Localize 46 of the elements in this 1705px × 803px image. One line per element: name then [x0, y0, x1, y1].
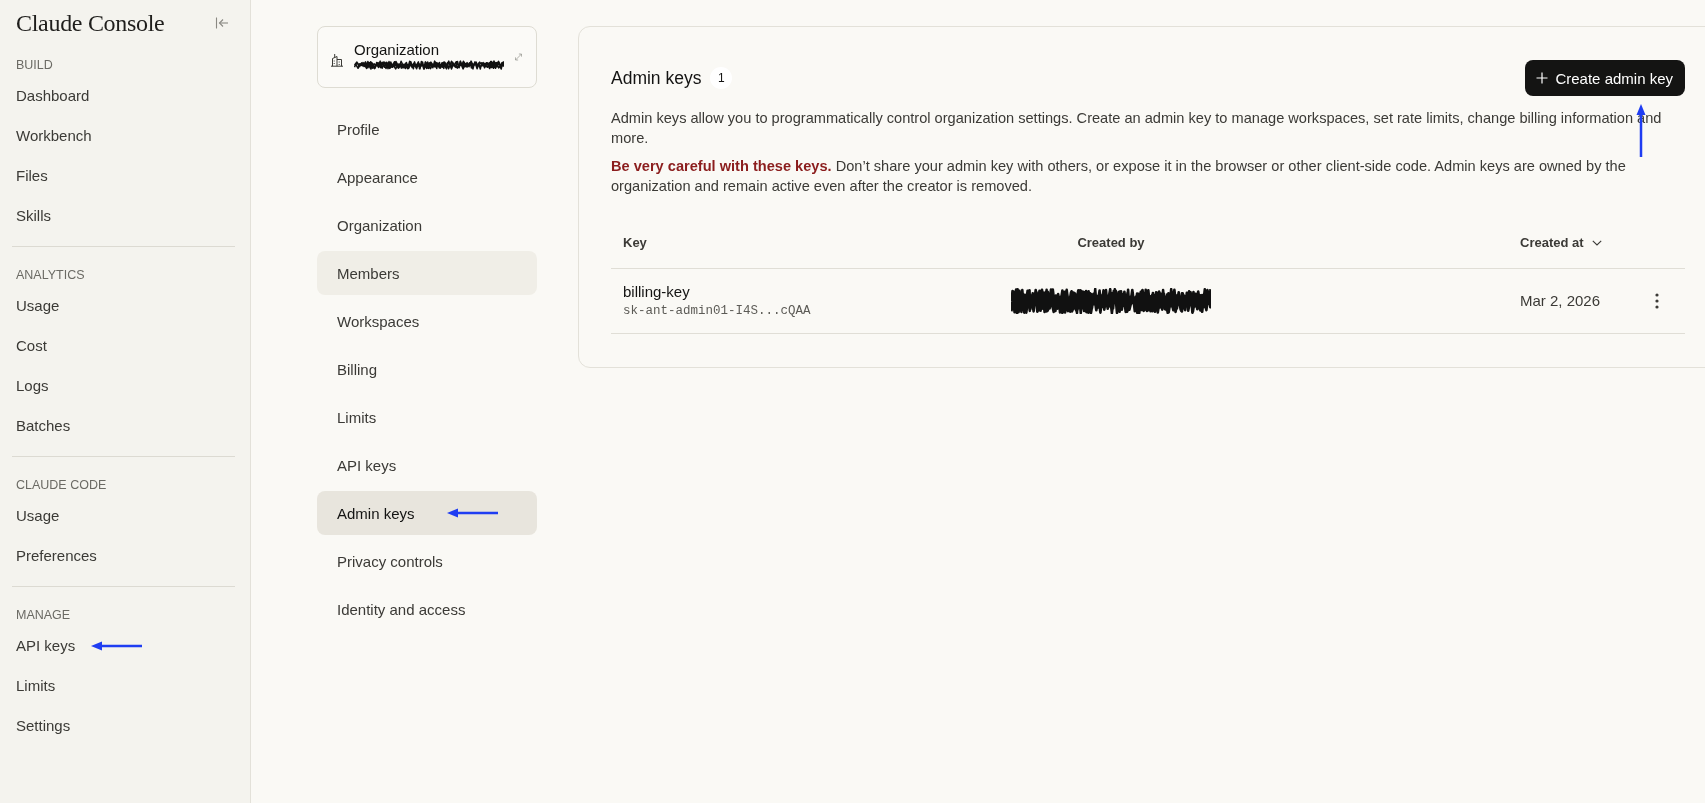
section-heading: MANAGE [16, 607, 71, 623]
sidebar-item[interactable]: Settings [16, 716, 71, 736]
sidebar-item[interactable]: Dashboard [16, 86, 90, 106]
sidebar-item[interactable]: Usage [16, 506, 60, 526]
sort-chevron-icon[interactable] [1591, 240, 1602, 246]
settings-nav-item[interactable]: Appearance [317, 155, 537, 199]
key-name: billing-key [623, 282, 690, 302]
settings-nav-item[interactable]: Privacy controls [317, 539, 537, 583]
sidebar-item[interactable]: Workbench [16, 126, 92, 146]
section-heading: BUILD [16, 57, 53, 73]
section-title: Admin keys [611, 67, 702, 90]
settings-nav-item[interactable]: Members [317, 251, 537, 295]
sidebar-item[interactable]: Logs [16, 376, 49, 396]
more-options-icon[interactable] [1655, 293, 1659, 309]
settings-nav-item[interactable]: API keys [317, 443, 537, 487]
app-title: Claude Console [16, 9, 165, 38]
column-header: Created by [1077, 235, 1145, 251]
warning-text: Be very careful with these keys. Don’t share your admin key with others, or expose it in the browser or other client-side code. Admin keys are owned by the organization and remain active even after the creator is removed. [611, 157, 1627, 196]
column-header: Created at [1520, 235, 1584, 251]
settings-nav-item[interactable]: Profile [317, 107, 537, 151]
settings-nav-item[interactable]: Organization [317, 203, 537, 247]
created-date: Mar 2, 2026 [1520, 291, 1601, 311]
sidebar-item[interactable]: Files [16, 166, 48, 186]
settings-nav-item[interactable]: Admin keys [317, 491, 537, 535]
sidebar-item[interactable]: Batches [16, 416, 71, 436]
sidebar-item[interactable]: Preferences [16, 546, 97, 566]
organization-name: Organization [354, 41, 440, 59]
organization-switcher[interactable]: Organization [317, 26, 537, 88]
section-heading: ANALYTICS [16, 267, 85, 283]
settings-nav-item[interactable]: Workspaces [317, 299, 537, 343]
sidebar-item[interactable]: API keys [16, 636, 76, 656]
sidebar-item[interactable]: Cost [16, 336, 47, 356]
settings-nav-item[interactable]: Identity and access [317, 587, 537, 631]
sidebar-item[interactable]: Skills [16, 206, 51, 226]
count-badge: 1 [710, 67, 733, 89]
collapse-sidebar-icon[interactable] [215, 16, 229, 30]
settings-nav-item[interactable]: Limits [317, 395, 537, 439]
sidebar-item[interactable]: Limits [16, 676, 56, 696]
create-admin-key-button[interactable]: Create admin key [1525, 60, 1685, 96]
key-value: sk-ant-admin01-I4S...cQAA [623, 303, 811, 320]
sidebar-item[interactable]: Usage [16, 296, 60, 316]
column-header: Key [623, 235, 647, 251]
building-icon [330, 53, 344, 67]
plus-icon [1536, 72, 1549, 84]
settings-nav-item[interactable]: Billing [317, 347, 537, 391]
section-heading: CLAUDE CODE [16, 477, 107, 493]
